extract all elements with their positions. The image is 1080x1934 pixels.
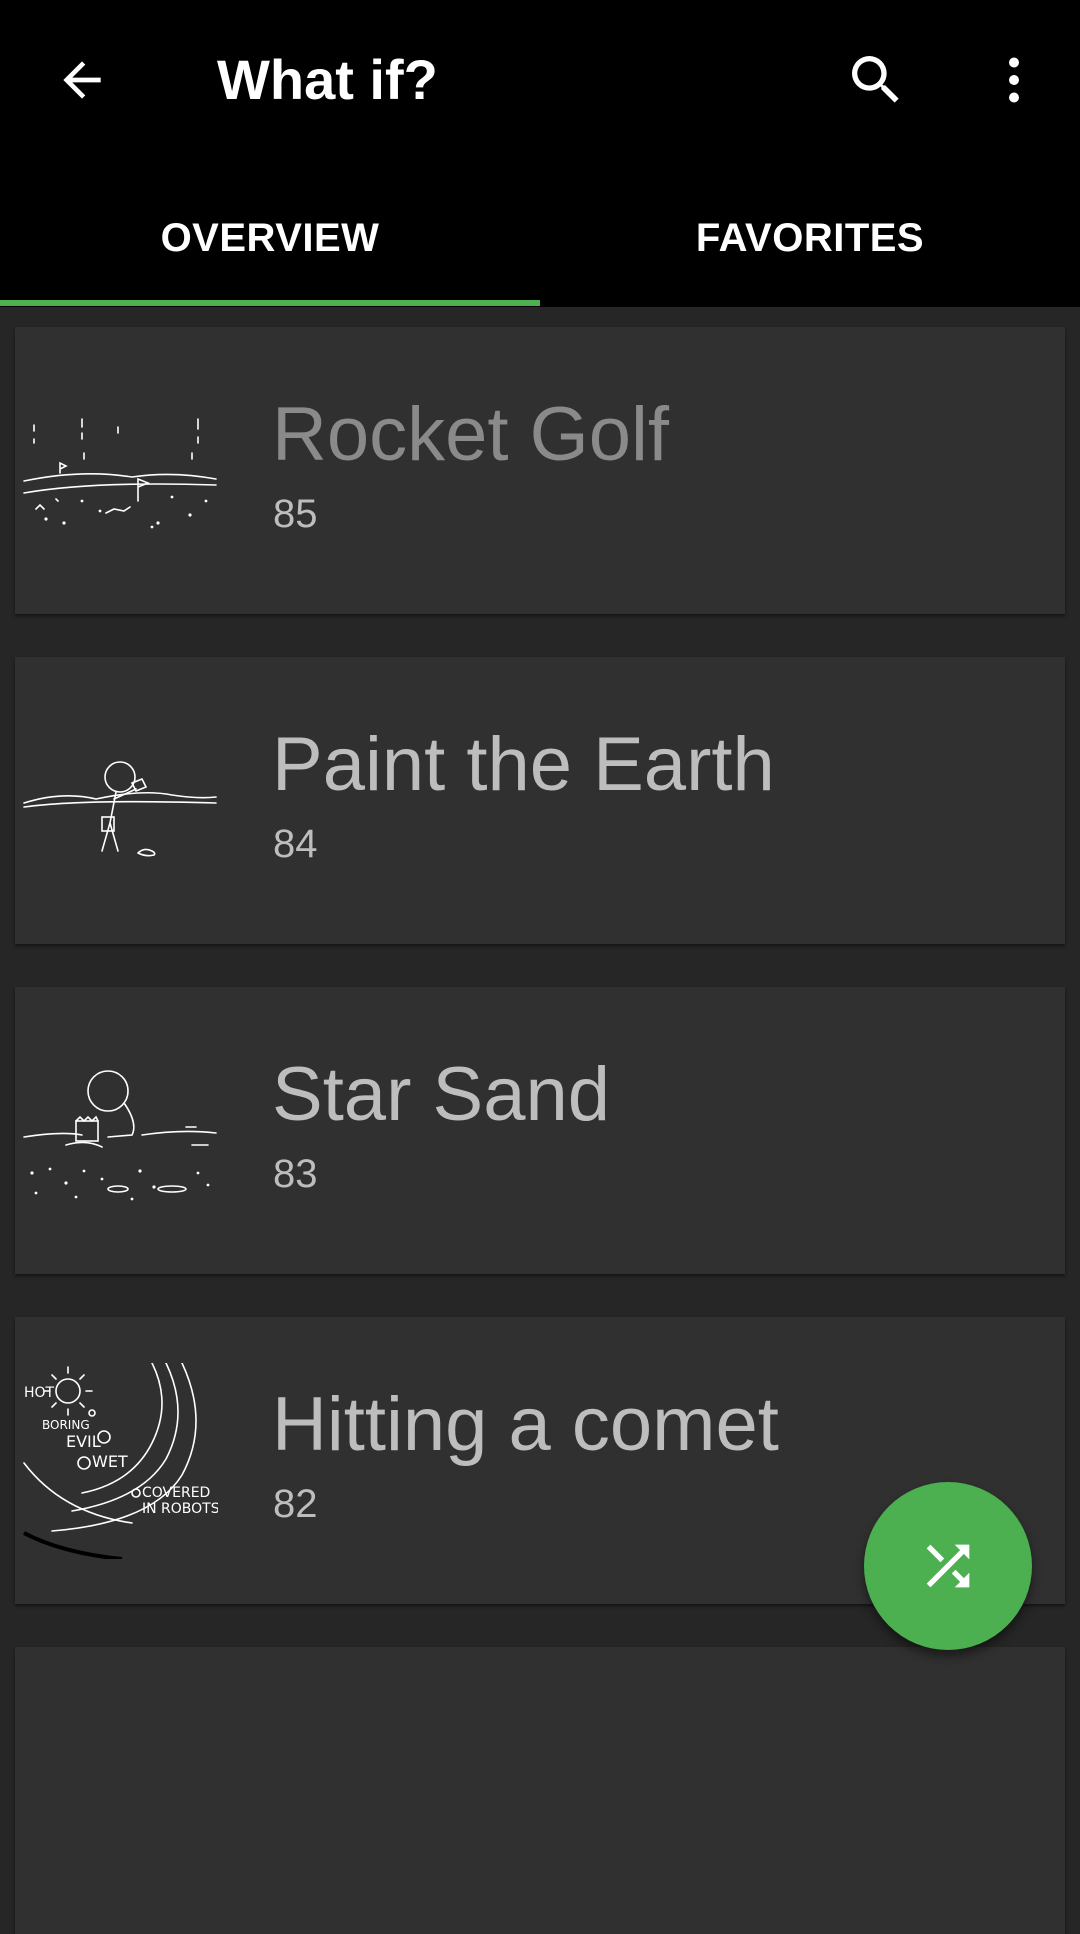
paint-the-earth-thumbnail [23,760,217,856]
thumb-text-in-robots: IN ROBOTS [142,1501,218,1517]
arrow-back-icon [63,61,101,99]
article-number: 83 [273,1152,318,1196]
thumb-text-boring: BORING [42,1418,90,1432]
search-icon [852,56,899,103]
article-number: 84 [273,822,318,866]
thumb-text-evil: EVIL [66,1432,101,1451]
page-title: What if? [217,48,438,111]
article-title: Hitting a comet [272,1382,779,1467]
article-title: Rocket Golf [272,392,670,477]
thumb-text-hot: HOT [24,1385,55,1401]
hitting-a-comet-thumbnail: HOT BORING EVIL WET COVERED IN ROBOTS [23,1362,218,1559]
shuffle-button[interactable] [864,1482,1032,1650]
article-card[interactable]: Rocket Golf 85 [15,327,1065,614]
article-card[interactable] [15,1647,1065,1934]
article-title: Paint the Earth [272,722,775,807]
rocket-golf-thumbnail [23,417,217,528]
back-button[interactable] [46,44,118,116]
star-sand-thumbnail [23,1069,217,1200]
search-button[interactable] [836,44,916,116]
article-card[interactable]: Paint the Earth 84 [15,657,1065,944]
more-options-button[interactable] [978,44,1050,116]
more-vert-icon [1009,57,1019,103]
tab-overview[interactable]: OVERVIEW [0,176,540,307]
shuffle-icon [926,1544,970,1588]
tab-bar: OVERVIEW FAVORITES [0,176,1080,307]
app-bar: What if? OVERVIEW FAVORITES [0,0,1080,307]
thumb-text-wet: WET [92,1452,128,1471]
tab-indicator [0,300,540,306]
thumb-text-covered: COVERED [142,1485,210,1501]
tab-favorites[interactable]: FAVORITES [540,176,1080,307]
article-number: 85 [273,492,318,536]
article-number: 82 [273,1482,318,1526]
article-title: Star Sand [272,1052,610,1137]
article-card[interactable]: Star Sand 83 [15,987,1065,1274]
